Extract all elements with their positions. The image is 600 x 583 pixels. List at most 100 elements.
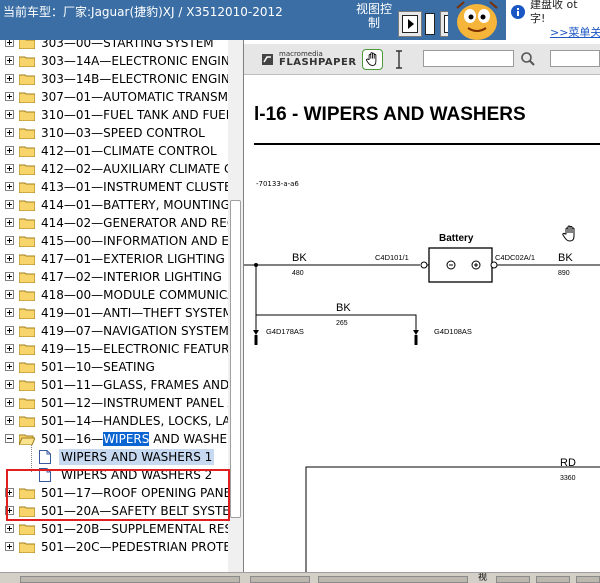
ground-1-stud (254, 335, 258, 345)
tree-item-label: 419—15—ELECTRONIC FEATURE (41, 342, 238, 356)
text-select-tool-icon[interactable] (394, 50, 404, 69)
tree-item[interactable]: 414—01—BATTERY, MOUNTING (0, 196, 230, 214)
tree-child-wipers-1[interactable]: WIPERS AND WASHERS 1 (0, 448, 228, 466)
tree-item[interactable]: 501—17—ROOF OPENING PANEL (0, 484, 238, 502)
expand-icon[interactable] (5, 416, 14, 425)
flashpaper-logo-icon (262, 54, 273, 65)
folder-icon (19, 416, 35, 427)
title-bar: 当前车型：厂家:Jaguar(捷豹)XJ / X3512010-2012 视图控… (0, 0, 600, 40)
expand-icon[interactable] (5, 362, 14, 371)
expand-icon[interactable] (5, 146, 14, 155)
page-indicator-button[interactable] (425, 11, 435, 37)
expand-icon[interactable] (5, 40, 14, 47)
expand-icon[interactable] (5, 92, 14, 101)
tree-item-label: 414—02—GENERATOR AND REG (41, 216, 237, 230)
tree-item[interactable]: 501—20B—SUPPLEMENTAL REST (0, 520, 239, 538)
tree-item[interactable]: 307—01—AUTOMATIC TRANSMI (0, 88, 232, 106)
tree-item[interactable]: 303—14B—ELECTRONIC ENGINE (0, 70, 237, 88)
tree-item[interactable]: 417—01—EXTERIOR LIGHTING (0, 250, 228, 268)
expand-icon[interactable] (5, 380, 14, 389)
tree-item[interactable]: 501—20A—SAFETY BELT SYSTEM (0, 502, 240, 520)
hand-tool-button[interactable] (362, 49, 383, 70)
expand-icon[interactable] (5, 182, 14, 191)
tree-scrollbar[interactable] (228, 40, 243, 572)
expand-icon[interactable] (5, 524, 14, 533)
wiring-schematic: Battery BK 480 C4D101/1 C4DC02A/1 BK 890… (244, 233, 600, 572)
wire1-color: BK (292, 252, 307, 264)
expand-icon[interactable] (5, 236, 14, 245)
expand-icon[interactable] (5, 56, 14, 65)
tree-item[interactable]: 310—01—FUEL TANK AND FUEL (0, 106, 232, 124)
tree-item-label: 414—01—BATTERY, MOUNTING (41, 198, 230, 212)
folder-icon (19, 182, 35, 193)
expand-icon[interactable] (5, 488, 14, 497)
tree-item[interactable]: 501—20C—PEDESTRIAN PROTEC (0, 538, 239, 556)
ground1-label: G4D178AS (266, 327, 304, 336)
expand-icon[interactable] (5, 128, 14, 137)
folder-icon (19, 40, 35, 49)
tree-scrollbar-thumb[interactable] (230, 200, 241, 518)
expand-icon[interactable] (5, 506, 14, 515)
tree-item[interactable]: 501—14—HANDLES, LOCKS, LAT (0, 412, 237, 430)
tree-item[interactable]: 417—02—INTERIOR LIGHTING (0, 268, 228, 286)
tree-item[interactable]: 414—02—GENERATOR AND REG (0, 214, 236, 232)
tree-item-label: 310—03—SPEED CONTROL (41, 126, 205, 140)
expand-icon[interactable] (5, 218, 14, 227)
search-highlight: WIPERS (103, 432, 150, 446)
promo-panel: 建盘收 ot 字! >>菜单关 (506, 0, 600, 40)
tree-item[interactable]: 501—10—SEATING (0, 358, 228, 376)
folder-icon (19, 344, 35, 355)
expand-icon[interactable] (5, 398, 14, 407)
document-icon (39, 450, 51, 464)
tree-item-501-16[interactable]: 501—16—WIPERS AND WASHER (0, 430, 235, 448)
expand-icon[interactable] (5, 344, 14, 353)
tree-item[interactable]: 419—07—NAVIGATION SYSTEM (0, 322, 229, 340)
search-input[interactable] (423, 50, 514, 67)
wire-rd-3360 (305, 466, 600, 572)
expand-icon[interactable] (5, 272, 14, 281)
page-number-input[interactable] (550, 50, 600, 67)
folder-open-icon (19, 434, 35, 445)
tree-item[interactable]: 310—03—SPEED CONTROL (0, 124, 228, 142)
expand-icon[interactable] (5, 254, 14, 263)
tree-item[interactable]: 303—00—STARTING SYSTEM (0, 40, 228, 52)
expand-icon[interactable] (5, 326, 14, 335)
next-page-button[interactable] (398, 11, 422, 37)
viewer-toolbar: macromedia FLASHPAPER (244, 44, 600, 75)
folder-icon (19, 290, 35, 301)
expand-icon[interactable] (5, 74, 14, 83)
collapse-icon[interactable] (5, 434, 14, 443)
tree-item[interactable]: 413—01—INSTRUMENT CLUSTER (0, 178, 240, 196)
wire1-code: 480 (292, 270, 304, 277)
folder-icon (19, 128, 35, 139)
tree-item[interactable]: 501—11—GLASS, FRAMES AND (0, 376, 229, 394)
view-control-label: 视图控制 (356, 2, 393, 30)
title-rule (254, 143, 600, 145)
tree-child-label: WIPERS AND WASHERS 2 (61, 468, 213, 482)
expand-icon[interactable] (5, 542, 14, 551)
tree-item-label: 501—10—SEATING (41, 360, 155, 374)
tree-item[interactable]: 303—14A—ELECTRONIC ENGINE (0, 52, 237, 70)
tree-item[interactable]: 412—02—AUXILIARY CLIMATE C (0, 160, 232, 178)
document-title: l-16 - WIPERS AND WASHERS (254, 104, 526, 125)
tree-item[interactable]: 419—01—ANTI—THEFT SYSTEM (0, 304, 233, 322)
tree-item[interactable]: 501—12—INSTRUMENT PANEL A (0, 394, 236, 412)
tree-item-label: 501—12—INSTRUMENT PANEL A (41, 396, 236, 410)
expand-icon[interactable] (5, 110, 14, 119)
folder-icon (19, 218, 35, 229)
tree-item[interactable]: 418—00—MODULE COMMUNICA (0, 286, 236, 304)
expand-icon[interactable] (5, 308, 14, 317)
promo-close-link[interactable]: >>菜单关 (550, 24, 600, 40)
tree-item[interactable]: 412—01—CLIMATE CONTROL (0, 142, 228, 160)
tree-item-label: 501—20B—SUPPLEMENTAL REST (41, 522, 240, 536)
search-icon[interactable] (520, 51, 536, 67)
play-icon (408, 19, 414, 29)
expand-icon[interactable] (5, 164, 14, 173)
expand-icon[interactable] (5, 290, 14, 299)
expand-icon[interactable] (5, 200, 14, 209)
tree-item-label: 501—16—WIPERS AND WASHER (41, 432, 236, 446)
tree-child-wipers-2[interactable]: WIPERS AND WASHERS 2 (0, 466, 228, 484)
folder-icon (19, 56, 35, 67)
tree-item[interactable]: 415—00—INFORMATION AND EN (0, 232, 238, 250)
tree-item[interactable]: 419—15—ELECTRONIC FEATURE (0, 340, 237, 358)
